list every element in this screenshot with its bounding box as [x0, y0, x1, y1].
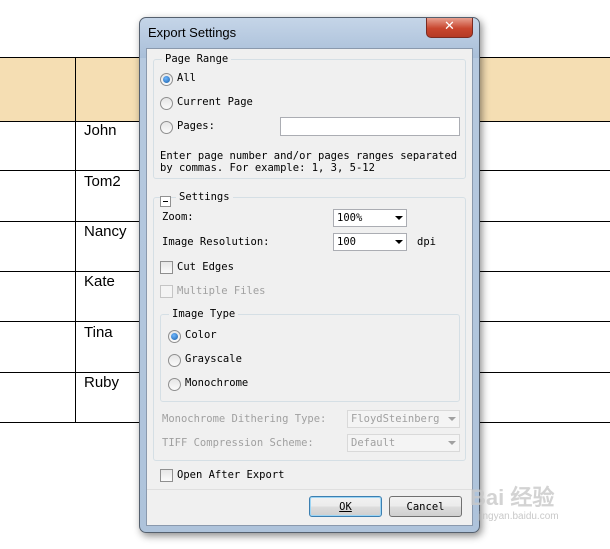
export-settings-dialog: Export Settings ✕ Page Range All Current… [139, 17, 480, 533]
monochrome-label: Monochrome [185, 377, 249, 389]
collapse-minus-icon[interactable] [160, 196, 171, 207]
watermark-url: jingyan.baidu.com [478, 511, 559, 522]
chevron-down-icon [395, 240, 403, 244]
ok-button[interactable]: OK [309, 496, 382, 517]
dithering-label: Monochrome Dithering Type: [162, 413, 327, 425]
resolution-select[interactable]: 100 [333, 233, 407, 251]
tiff-value: Default [351, 437, 396, 449]
tiff-select[interactable]: Default [347, 434, 460, 452]
dialog-client-area: Page Range All Current Page Pages: Enter… [146, 48, 473, 526]
zoom-select[interactable]: 100% [333, 209, 407, 227]
tiff-label: TIFF Compression Scheme: [162, 437, 314, 449]
chevron-down-icon [448, 417, 456, 421]
dpi-unit: dpi [417, 236, 436, 248]
watermark-logo: Bai 经验 [470, 485, 555, 510]
dialog-title: Export Settings [148, 25, 237, 40]
settings-legend: Settings [179, 191, 230, 203]
zoom-label: Zoom: [162, 211, 194, 223]
multiple-files-checkbox[interactable] [160, 285, 173, 298]
resolution-label: Image Resolution: [162, 236, 270, 248]
cut-edges-checkbox[interactable] [160, 261, 173, 274]
open-after-export-label: Open After Export [177, 469, 285, 481]
pages-input[interactable] [280, 117, 460, 136]
page-range-legend: Page Range [165, 53, 229, 65]
column-divider [75, 57, 76, 423]
all-pages-label: All [177, 72, 196, 84]
dithering-value: FloydSteinberg [351, 413, 440, 425]
multiple-files-label: Multiple Files [177, 285, 266, 297]
sheet-cell-name: Tina [84, 324, 113, 341]
pages-label: Pages: [177, 120, 215, 132]
page-range-hint-line2: by commas. For example: 1, 3, 5-12 [160, 162, 375, 174]
image-type-legend: Image Type [172, 308, 236, 320]
cancel-button-label: Cancel [406, 501, 445, 513]
chevron-down-icon [448, 441, 456, 445]
color-radio[interactable] [168, 330, 181, 343]
sheet-cell-name: Nancy [84, 223, 127, 240]
chevron-down-icon [395, 216, 403, 220]
current-page-label: Current Page [177, 96, 253, 108]
close-button[interactable]: ✕ [426, 18, 473, 38]
cut-edges-label: Cut Edges [177, 261, 234, 273]
sheet-cell-name: Tom2 [84, 173, 121, 190]
grayscale-label: Grayscale [185, 353, 242, 365]
color-label: Color [185, 329, 217, 341]
resolution-value: 100 [337, 236, 356, 248]
zoom-value: 100% [337, 212, 363, 224]
sheet-cell-name: Ruby [84, 374, 120, 391]
sheet-cell-name: Kate [84, 273, 115, 290]
ok-button-label: OK [339, 501, 352, 513]
sheet-cell-name: John [84, 122, 117, 139]
close-icon: ✕ [444, 19, 455, 34]
all-pages-radio[interactable] [160, 73, 173, 86]
open-after-export-checkbox[interactable] [160, 469, 173, 482]
cancel-button[interactable]: Cancel [389, 496, 462, 517]
pages-radio[interactable] [160, 121, 173, 134]
current-page-radio[interactable] [160, 97, 173, 110]
page-range-hint-line1: Enter page number and/or pages ranges se… [160, 150, 458, 162]
button-separator [147, 489, 472, 490]
monochrome-radio[interactable] [168, 378, 181, 391]
dithering-select[interactable]: FloydSteinberg [347, 410, 460, 428]
grayscale-radio[interactable] [168, 354, 181, 367]
